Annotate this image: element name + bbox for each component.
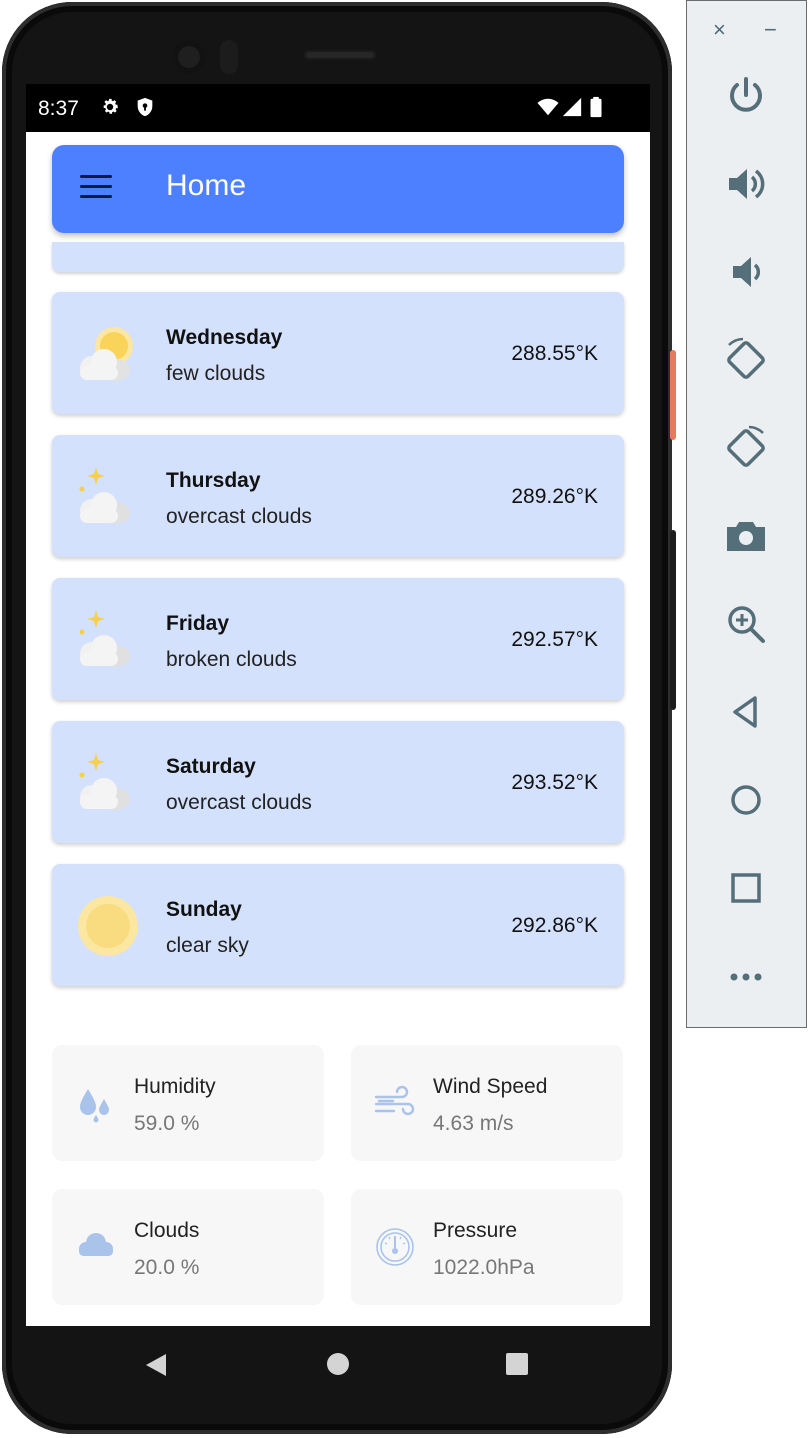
overview-icon[interactable] — [723, 865, 769, 911]
forecast-day: Saturday — [166, 755, 256, 778]
stat-card-pressure: Pressure 1022.0hPa — [351, 1189, 623, 1305]
earpiece-speaker — [304, 50, 376, 60]
sun-icon — [78, 896, 138, 956]
recents-square-icon[interactable] — [506, 1353, 528, 1375]
forecast-description: broken clouds — [166, 648, 297, 671]
sensor — [220, 40, 238, 74]
forecast-description: clear sky — [166, 934, 249, 957]
gear-icon — [103, 98, 118, 114]
camera-icon[interactable] — [723, 513, 769, 559]
home-icon[interactable] — [723, 777, 769, 823]
front-camera — [172, 40, 206, 74]
forecast-card[interactable]: Thursday overcast clouds 289.26°K — [52, 435, 624, 557]
stat-value: 4.63 m/s — [433, 1112, 514, 1135]
forecast-description: few clouds — [166, 362, 266, 385]
more-icon[interactable] — [723, 953, 769, 999]
stat-label: Humidity — [134, 1075, 216, 1098]
forecast-temperature: 289.26°K — [511, 485, 598, 508]
rotate-right-icon[interactable] — [723, 425, 769, 471]
page-title: Home — [166, 169, 247, 202]
stat-value: 20.0 % — [134, 1256, 200, 1279]
forecast-card[interactable]: Friday broken clouds 292.57°K — [52, 578, 624, 700]
stat-card-wind-speed: Wind Speed 4.63 m/s — [351, 1045, 623, 1161]
stat-card-humidity: Humidity 59.0 % — [52, 1045, 324, 1161]
wind-icon — [374, 1085, 415, 1116]
forecast-description: overcast clouds — [166, 791, 312, 814]
forecast-card-partial[interactable] — [52, 242, 624, 272]
night-cloud-icon — [79, 753, 130, 810]
stat-label: Clouds — [134, 1219, 200, 1242]
app-bar: Home — [52, 145, 624, 233]
forecast-card[interactable]: Saturday overcast clouds 293.52°K — [52, 721, 624, 843]
forecast-temperature: 293.52°K — [511, 771, 598, 794]
volume-side-button[interactable] — [670, 530, 676, 710]
volume-up-icon[interactable] — [723, 161, 769, 207]
forecast-card[interactable]: Wednesday few clouds 288.55°K — [52, 292, 624, 414]
cloud-icon — [79, 1233, 113, 1256]
stat-label: Pressure — [433, 1219, 518, 1242]
stat-label: Wind Speed — [433, 1075, 548, 1098]
signal-icon — [562, 97, 582, 117]
emulator-toolbar: × − — [686, 0, 807, 1028]
stat-value: 1022.0hPa — [433, 1256, 535, 1279]
forecast-card[interactable]: Sunday clear sky 292.86°K — [52, 864, 624, 986]
sun-behind-cloud-icon — [80, 327, 133, 381]
status-bar: 8:37 — [26, 84, 650, 132]
stat-value: 59.0 % — [134, 1112, 200, 1135]
power-icon[interactable] — [723, 73, 769, 119]
forecast-day: Wednesday — [166, 326, 283, 349]
forecast-temperature: 288.55°K — [511, 342, 598, 365]
forecast-day: Thursday — [166, 469, 261, 492]
app-content: Home Wednesday few clouds 288.55°K Thurs… — [26, 132, 650, 1326]
device-screen: 8:37 Home Wednesday few clouds 288.55°K … — [26, 84, 650, 1326]
android-navigation-bar — [26, 1326, 650, 1400]
minimize-button[interactable]: − — [764, 17, 777, 43]
rotate-left-icon[interactable] — [723, 337, 769, 383]
home-circle-icon[interactable] — [326, 1352, 350, 1376]
forecast-description: overcast clouds — [166, 505, 312, 528]
night-cloud-icon — [79, 467, 130, 524]
night-cloud-icon — [79, 610, 130, 667]
back-icon[interactable] — [723, 689, 769, 735]
status-time: 8:37 — [38, 97, 79, 120]
power-side-button[interactable] — [670, 350, 676, 440]
forecast-temperature: 292.57°K — [511, 628, 598, 651]
close-button[interactable]: × — [713, 17, 726, 43]
forecast-day: Sunday — [166, 898, 242, 921]
zoom-icon[interactable] — [723, 601, 769, 647]
wifi-icon — [537, 98, 559, 116]
hamburger-menu-icon[interactable] — [80, 175, 112, 201]
volume-down-icon[interactable] — [723, 249, 769, 295]
forecast-day: Friday — [166, 612, 230, 635]
battery-icon — [590, 96, 602, 118]
stat-card-clouds: Clouds 20.0 % — [52, 1189, 324, 1305]
shield-icon — [137, 97, 153, 117]
water-drops-icon — [80, 1089, 109, 1123]
forecast-temperature: 292.86°K — [511, 914, 598, 937]
back-triangle-icon[interactable] — [144, 1352, 168, 1378]
barometer-icon — [376, 1228, 414, 1266]
